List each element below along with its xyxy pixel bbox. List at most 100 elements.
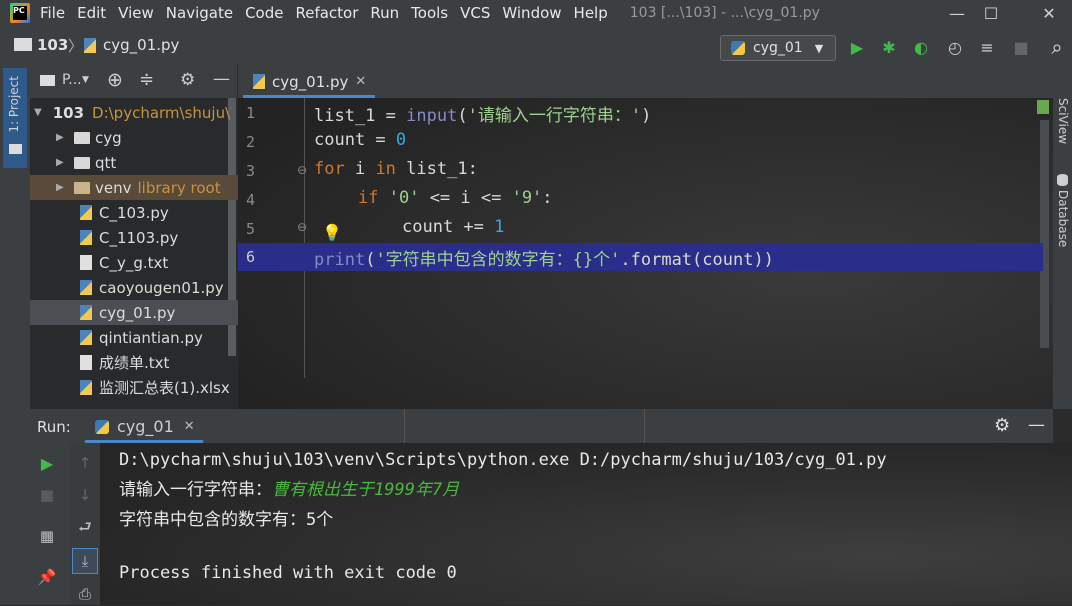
database-tab[interactable]: Database — [1056, 190, 1070, 247]
folder-icon — [9, 144, 22, 154]
chevron-down-icon[interactable]: ▼ — [82, 75, 89, 85]
menu-refactor[interactable]: Refactor — [295, 4, 358, 22]
tree-root[interactable]: ▼ 103 D:\pycharm\shuju\103 — [30, 100, 232, 125]
python-file-icon — [80, 280, 92, 295]
profile-icon[interactable]: ◴ — [944, 36, 966, 58]
project-tab-label: 1: Project — [7, 76, 21, 133]
header-divider — [644, 409, 645, 443]
run-config-label: cyg_01 — [753, 40, 803, 56]
text-file-icon — [80, 355, 92, 370]
tree-item-venv[interactable]: ▶ venv library root — [30, 175, 254, 200]
scroll-up-icon[interactable]: ↑ — [73, 451, 97, 475]
sciview-tab[interactable]: SciView — [1056, 98, 1070, 144]
expand-arrow-icon: ▶ — [56, 157, 64, 168]
python-file-icon — [80, 230, 92, 245]
library-root-label: library root — [137, 178, 221, 197]
chevron-down-icon: ▼ — [814, 41, 824, 55]
tree-item-label: cyg_01.py — [99, 303, 176, 322]
database-icon — [1057, 174, 1068, 186]
menu-run[interactable]: Run — [370, 4, 399, 22]
breadcrumb-file[interactable]: cyg_01.py — [103, 36, 179, 54]
layout-icon[interactable]: ▦ — [35, 524, 59, 548]
title-bar: PC File Edit View Navigate Code Refactor… — [0, 0, 1072, 26]
python-icon — [731, 41, 745, 55]
concurrency-icon[interactable]: ≡ — [976, 36, 998, 58]
menu-vcs[interactable]: VCS — [460, 4, 490, 22]
header-divider — [404, 409, 405, 443]
line-number: 3 — [246, 162, 256, 180]
python-file-icon — [84, 38, 96, 53]
tree-item-label: qtt — [95, 153, 117, 172]
folder-icon — [74, 156, 90, 169]
hide-panel-icon[interactable]: — — [1028, 415, 1045, 435]
menu-tools[interactable]: Tools — [411, 4, 448, 22]
line-number: 6 — [246, 248, 256, 266]
python-icon — [95, 419, 109, 434]
folder-icon — [74, 181, 90, 194]
console-exit-line: Process finished with exit code 0 — [119, 563, 457, 583]
settings-icon[interactable]: ⚙ — [180, 70, 195, 90]
line-number: 5 — [246, 220, 256, 238]
run-config-select[interactable]: cyg_01 ▼ — [720, 35, 836, 61]
run-tab-cyg01[interactable]: cyg_01 ✕ — [85, 413, 203, 443]
pycharm-logo-icon: PC — [10, 3, 30, 23]
menu-navigate[interactable]: Navigate — [166, 4, 233, 22]
right-tool-stripe: SciView Database — [1053, 64, 1072, 409]
collapse-all-icon[interactable]: ≑ — [139, 69, 154, 90]
menu-code[interactable]: Code — [245, 4, 283, 22]
menu-view[interactable]: View — [118, 4, 154, 22]
print-icon[interactable]: ⎙ — [73, 582, 97, 606]
run-button[interactable]: ▶ — [846, 36, 868, 58]
python-file-icon — [80, 330, 92, 345]
stop-button[interactable]: ■ — [35, 483, 59, 507]
code-line-2: count = 0 — [314, 130, 407, 150]
tree-root-name: 103 — [52, 103, 85, 122]
tree-item-qtt[interactable]: ▶ qtt — [30, 150, 254, 175]
menu-help[interactable]: Help — [574, 4, 608, 22]
stop-icon[interactable]: ■ — [1010, 36, 1032, 58]
menu-edit[interactable]: Edit — [77, 4, 106, 22]
editor-scrollbar[interactable] — [1040, 120, 1049, 348]
line-number: 1 — [246, 104, 256, 122]
close-window-icon[interactable]: ✕ — [1026, 0, 1072, 26]
line-number: 4 — [246, 191, 256, 209]
tree-item-label: cyg — [95, 128, 122, 147]
search-icon[interactable]: ⌕ — [1046, 35, 1068, 59]
maximize-icon[interactable]: ☐ — [968, 0, 1014, 26]
editor-tab-cyg01[interactable]: cyg_01.py ✕ — [243, 68, 375, 98]
fold-icon[interactable]: ⊖ — [297, 163, 307, 177]
run-tab-label: cyg_01 — [117, 417, 174, 436]
fold-icon[interactable]: ⊖ — [297, 220, 307, 234]
project-tool-tab[interactable]: 1: Project — [3, 68, 27, 168]
close-tab-icon[interactable]: ✕ — [184, 419, 195, 434]
scroll-down-icon[interactable]: ↓ — [73, 483, 97, 507]
pin-icon[interactable]: 📌 — [35, 565, 59, 589]
folder-icon — [74, 131, 90, 144]
debug-button[interactable]: ✱ — [878, 36, 900, 58]
rerun-button[interactable]: ▶ — [35, 451, 59, 475]
expand-arrow-icon: ▶ — [56, 132, 64, 143]
menu-file[interactable]: File — [40, 4, 65, 22]
tree-item-label: qintiantian.py — [99, 328, 203, 347]
scroll-to-end-icon[interactable]: ⤓ — [72, 548, 98, 574]
project-view-select[interactable]: P... — [62, 72, 82, 88]
lightbulb-icon[interactable]: 💡 — [322, 223, 342, 242]
python-file-icon — [80, 305, 92, 320]
tree-item-label: C_103.py — [99, 203, 169, 222]
tree-item-cyg[interactable]: ▶ cyg — [30, 125, 254, 150]
menu-window[interactable]: Window — [502, 4, 561, 22]
code-line-6: print('字符串中包含的数字有：{}个'.format(count)) — [314, 250, 774, 270]
run-label: Run: — [37, 418, 71, 436]
hide-panel-icon[interactable]: — — [213, 69, 230, 89]
locate-icon[interactable]: ⊕ — [107, 69, 123, 91]
editor-tab-label: cyg_01.py — [272, 72, 349, 91]
soft-wrap-icon[interactable]: ⮐ — [73, 517, 97, 541]
tree-item-label: 监测汇总表(1).xlsx — [99, 379, 230, 397]
tree-item-label: C_1103.py — [99, 228, 179, 247]
settings-icon[interactable]: ⚙ — [994, 415, 1010, 436]
breadcrumb-project[interactable]: 103 — [37, 36, 68, 54]
coverage-icon[interactable]: ◐ — [910, 36, 932, 58]
gutter-divider — [304, 98, 305, 378]
close-tab-icon[interactable]: ✕ — [355, 74, 366, 89]
console-command-line: D:\pycharm\shuju\103\venv\Scripts\python… — [119, 450, 887, 470]
